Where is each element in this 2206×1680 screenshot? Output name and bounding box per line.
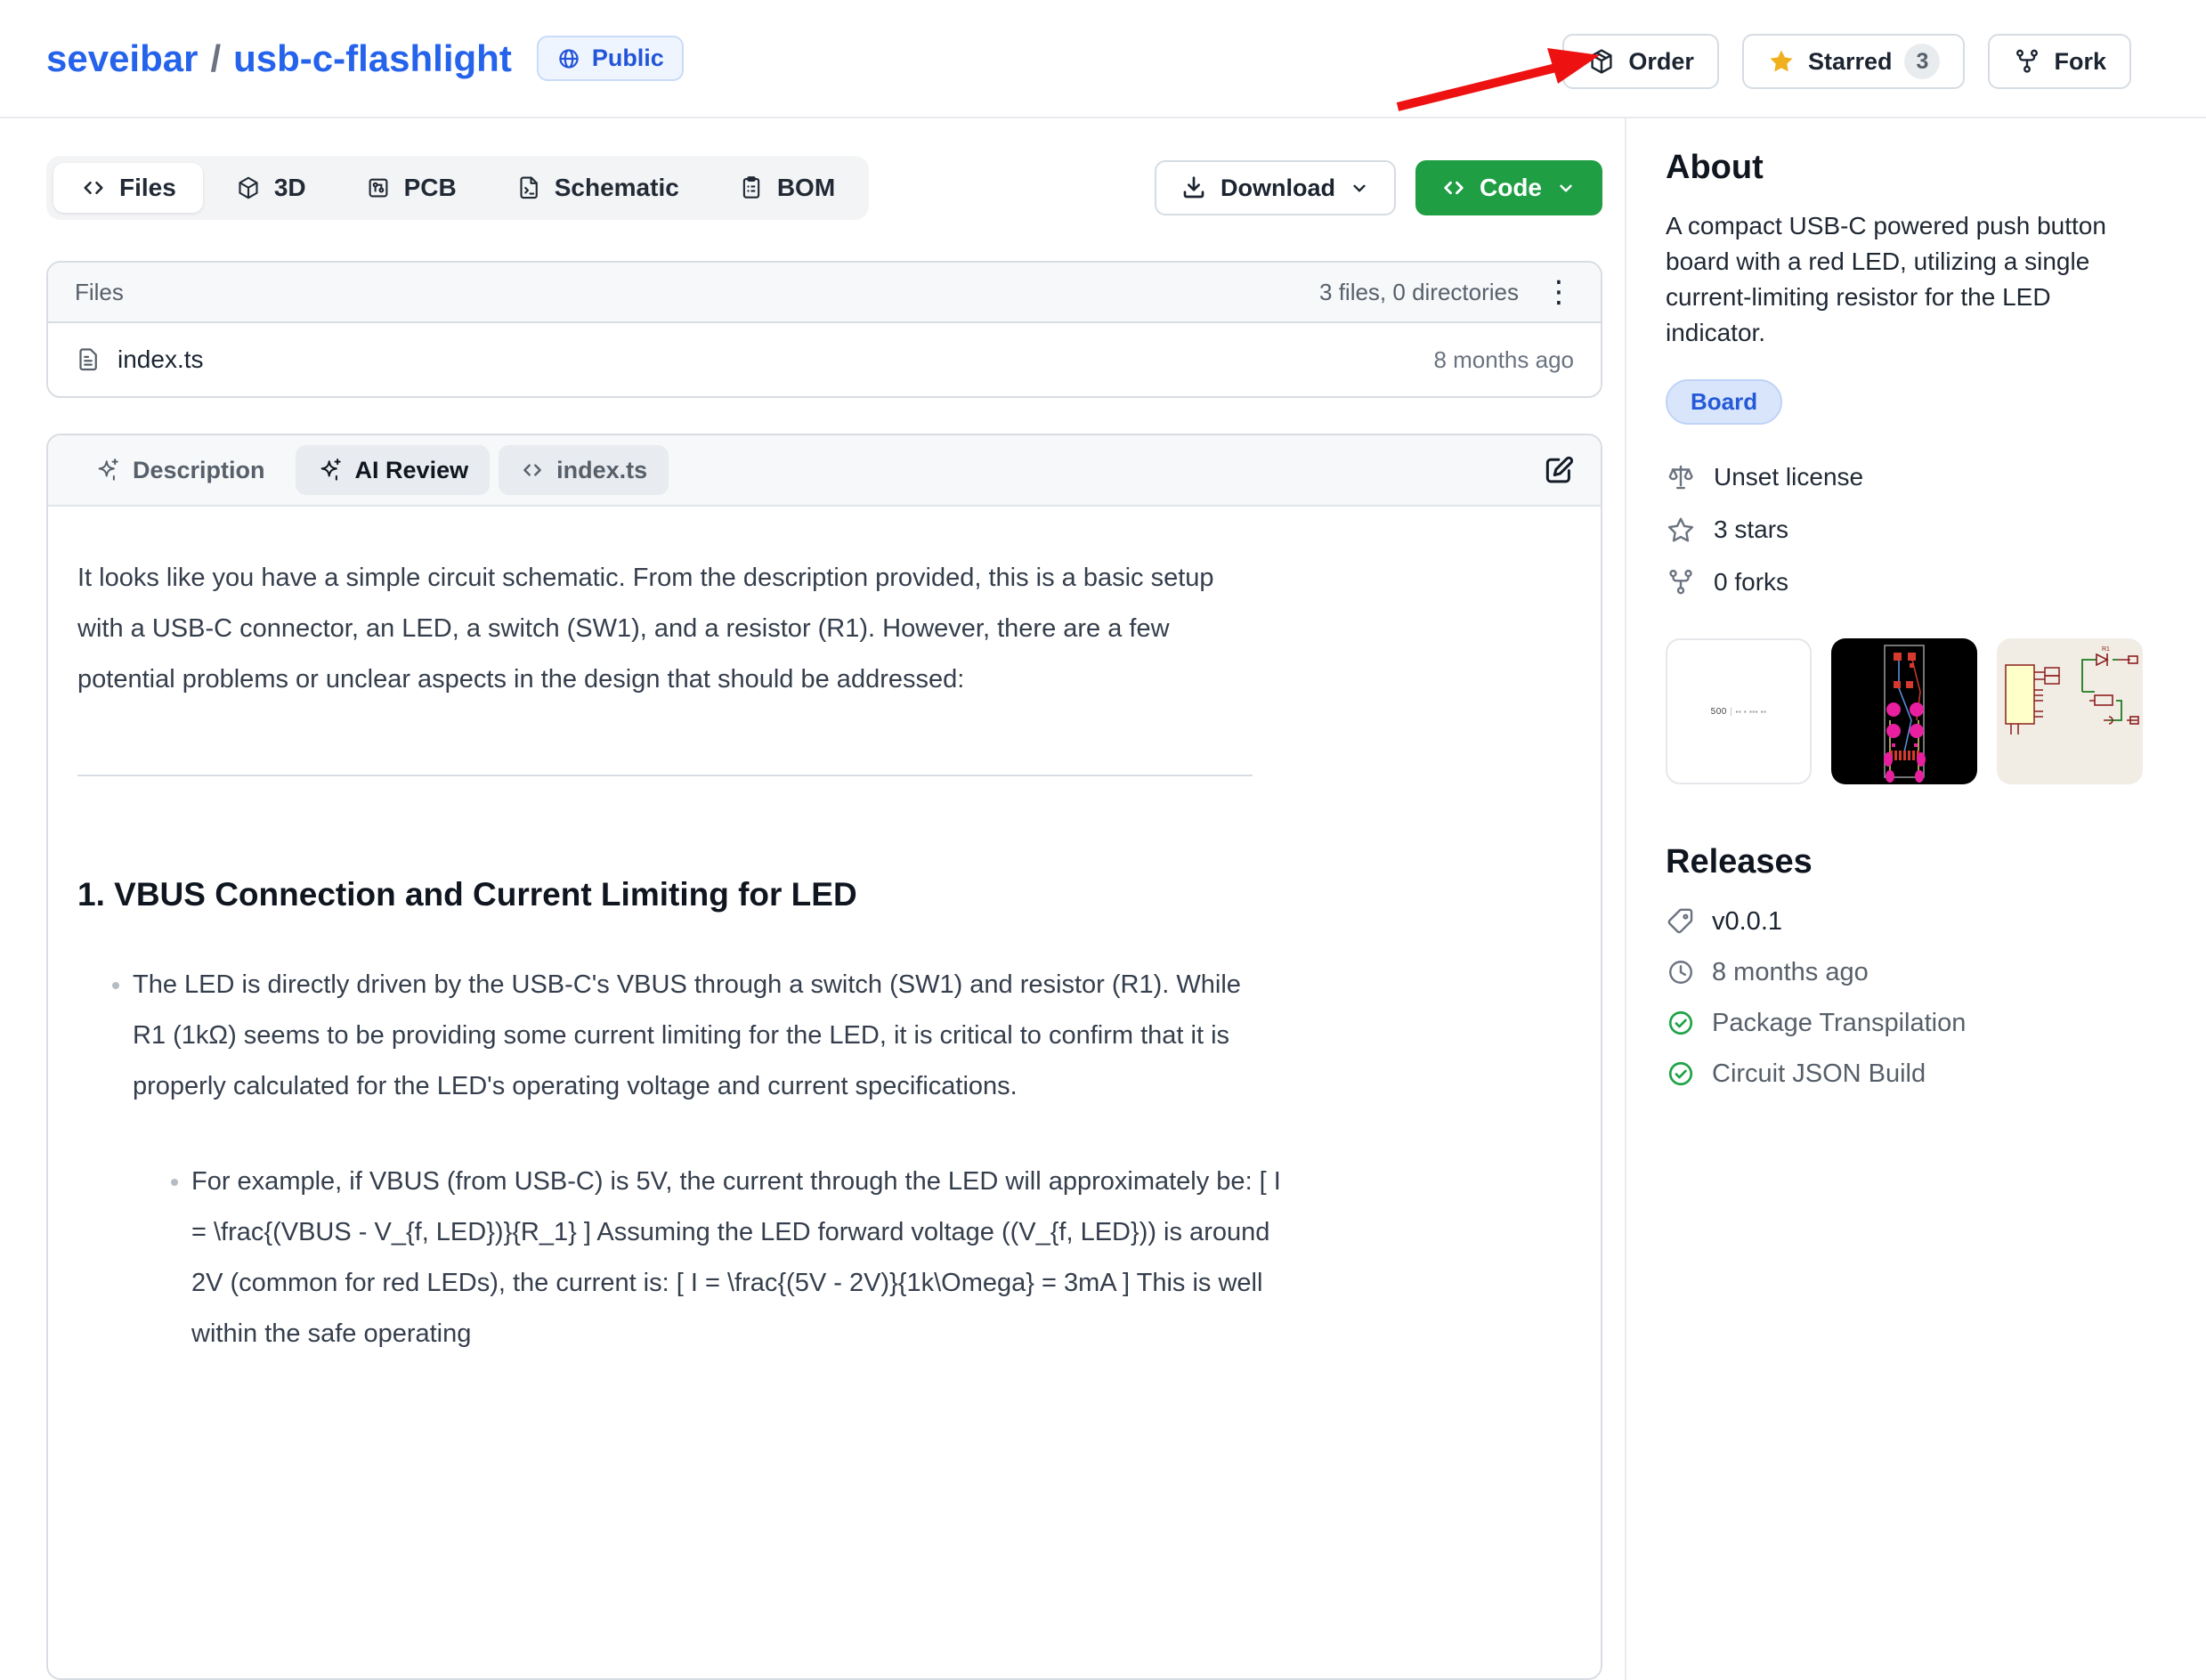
controls-row: Files 3D PCB [46,156,1602,220]
release-check-row: Circuit JSON Build [1666,1059,2153,1089]
divider [77,775,1253,776]
owner-link[interactable]: seveibar [46,37,198,80]
about-title: About [1666,149,2153,187]
tab-index-ts[interactable]: index.ts [499,445,669,495]
releases-section: Releases v0.0.1 8 months ago [1666,843,2153,1089]
release-check-row: Package Transpilation [1666,1008,2153,1038]
list-item: For example, if VBUS (from USB-C) is 5V,… [191,1157,1286,1359]
preview-thumbnails: 500 | ▪▪ ▪ ▪▪▪ ▪▪ [1666,638,2153,784]
schematic-file-icon [515,174,542,201]
stars-row[interactable]: 3 stars [1666,515,2153,545]
kebab-menu-icon[interactable]: ⋮ [1544,277,1574,307]
star-outline-icon [1666,515,1696,545]
tag-icon [1666,906,1696,937]
repo-actions: Order Starred 3 Fork [1562,34,2131,89]
breadcrumb-separator: / [210,37,221,80]
release-check-label: Circuit JSON Build [1712,1059,1926,1089]
files-summary: 3 files, 0 directories [1319,279,1519,306]
release-age: 8 months ago [1712,958,1869,987]
description-panel: Description AI Review index.ts [46,434,1602,1680]
svg-text:R1: R1 [2102,646,2110,653]
package-icon [1587,47,1616,76]
about-description: A compact USB-C powered push button boar… [1666,208,2151,351]
download-icon [1180,174,1208,202]
pcb-icon [365,174,392,201]
tab-3d[interactable]: 3D [208,163,333,213]
sparkles-icon [94,457,121,483]
breadcrumb: seveibar / usb-c-flashlight Public [46,36,684,81]
chevron-down-icon [1348,176,1371,199]
content-tabstrip: Description AI Review index.ts [48,435,1601,507]
releases-title: Releases [1666,843,2153,881]
review-bullet-list: The LED is directly driven by the USB-C'… [77,960,1259,1359]
files-panel: Files 3 files, 0 directories ⋮ index.ts … [46,261,1602,398]
chevron-down-icon [1554,176,1577,199]
star-filled-icon [1767,47,1796,76]
main-content: Files 3D PCB [0,118,1625,1680]
sparkles-icon [317,457,344,483]
fork-icon [2013,47,2041,76]
edit-button[interactable] [1542,453,1576,487]
review-section-heading: 1. VBUS Connection and Current Limiting … [77,876,1259,913]
tab-ai-review[interactable]: AI Review [296,445,491,495]
thumbnail-pcb[interactable] [1831,638,1977,784]
star-button[interactable]: Starred 3 [1742,34,1966,89]
star-count-badge: 3 [1904,44,1940,79]
release-check-label: Package Transpilation [1712,1009,1966,1038]
release-version-row[interactable]: v0.0.1 [1666,906,2153,937]
code-icon [80,174,107,201]
tab-bom[interactable]: BOM [711,163,862,213]
release-version[interactable]: v0.0.1 [1712,907,1782,937]
files-panel-header: Files 3 files, 0 directories ⋮ [48,263,1601,323]
visibility-badge: Public [537,36,684,81]
file-updated: 8 months ago [1433,346,1574,374]
code-icon [520,458,545,483]
repo-link[interactable]: usb-c-flashlight [233,37,512,80]
fork-button[interactable]: Fork [1988,34,2131,89]
board-tag[interactable]: Board [1666,379,1782,425]
fork-icon [1666,567,1696,597]
edit-icon [1542,453,1576,487]
clock-icon [1666,957,1696,987]
repo-meta-list: Unset license 3 stars 0 forks [1666,462,2153,597]
code-button[interactable]: Code [1415,160,1602,215]
schematic-preview-image: R1 [1997,638,2143,784]
tab-schematic[interactable]: Schematic [489,163,706,213]
table-row[interactable]: index.ts 8 months ago [48,323,1601,396]
download-button[interactable]: Download [1155,160,1396,215]
forks-row[interactable]: 0 forks [1666,567,2153,597]
tab-files[interactable]: Files [53,163,203,213]
file-icon [75,346,101,373]
view-tabstrip: Files 3D PCB [46,156,869,220]
thumbnail-schematic[interactable]: R1 [1997,638,2143,784]
license-icon [1666,462,1696,492]
code-icon [1440,174,1467,201]
file-name-link[interactable]: index.ts [118,345,204,374]
review-intro: It looks like you have a simple circuit … [77,553,1261,705]
pcb-preview-image [1831,638,1977,784]
check-circle-icon [1666,1008,1696,1038]
toolbar: Download Code [1155,160,1602,215]
release-age-row: 8 months ago [1666,957,2153,987]
page-header: seveibar / usb-c-flashlight Public Order… [0,0,2206,118]
tab-description[interactable]: Description [73,445,287,495]
clipboard-icon [738,174,765,201]
check-circle-icon [1666,1059,1696,1089]
tab-pcb[interactable]: PCB [338,163,483,213]
files-panel-title: Files [75,279,124,306]
sidebar: About A compact USB-C powered push butto… [1625,118,2206,1680]
license-row[interactable]: Unset license [1666,462,2153,492]
thumbnail-3d[interactable]: 500 | ▪▪ ▪ ▪▪▪ ▪▪ [1666,638,1812,784]
ai-review-body: It looks like you have a simple circuit … [48,507,1259,1359]
globe-icon [556,46,581,71]
list-item: The LED is directly driven by the USB-C'… [133,960,1263,1359]
order-button[interactable]: Order [1562,34,1719,89]
cube-icon [235,174,262,201]
